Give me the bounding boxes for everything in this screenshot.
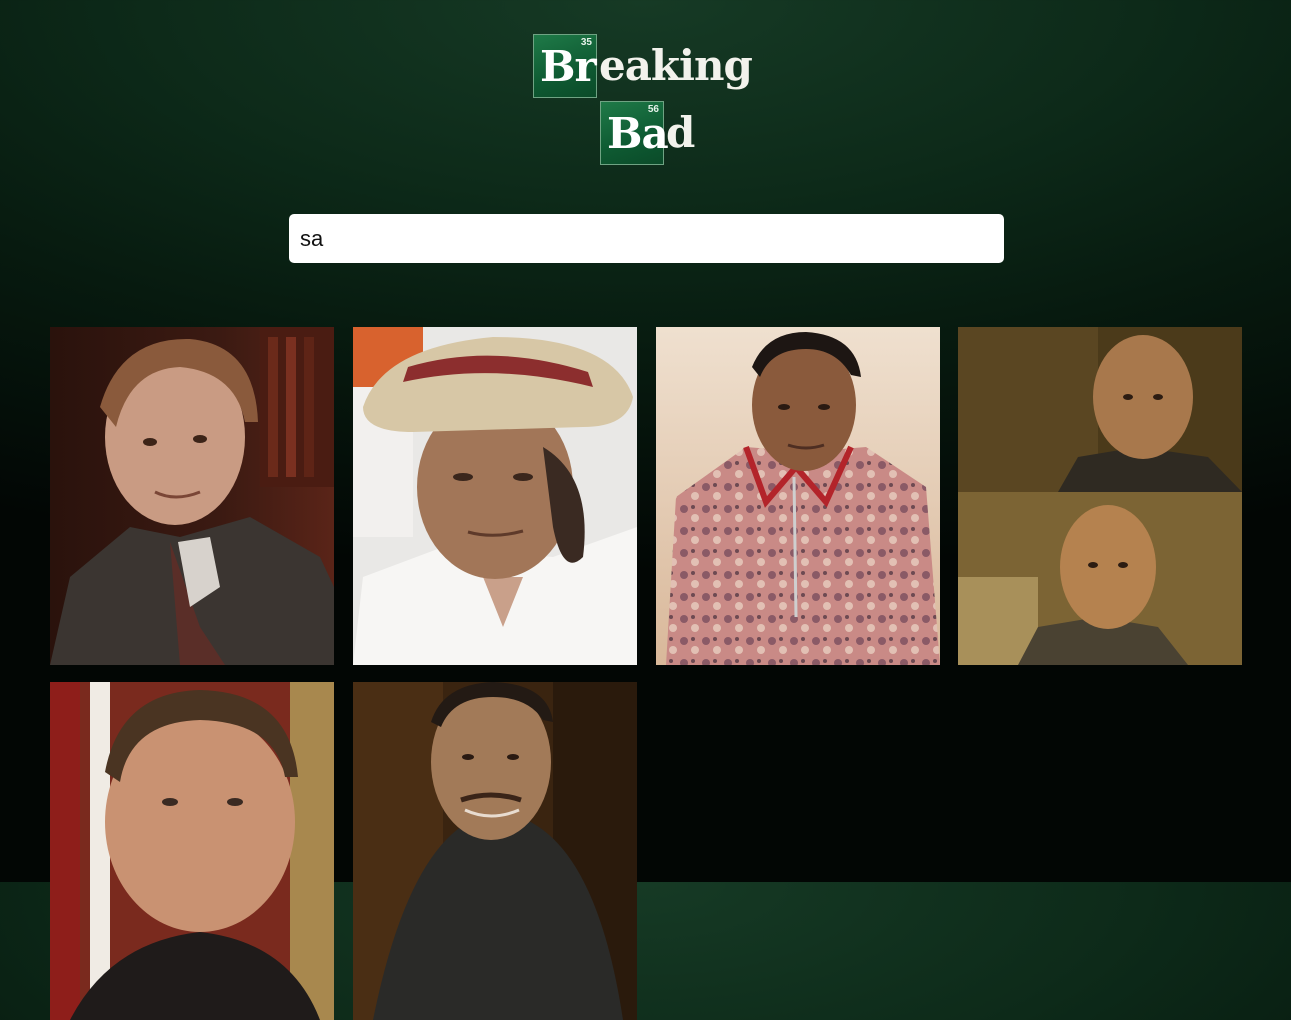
logo-text-d: d [666,108,695,157]
logo-line-bad: 56 Ba d [600,101,695,167]
character-photo [50,682,334,1020]
logo-element-tile-br: 35 Br [533,34,597,98]
character-photo [353,682,637,1020]
character-card[interactable] [656,327,940,665]
character-search-input[interactable] [289,214,1004,263]
character-card[interactable] [353,327,637,665]
logo-element-tile-ba: 56 Ba [600,101,669,165]
character-card[interactable] [50,682,334,1020]
character-card[interactable] [353,682,637,1020]
breaking-bad-logo: 35 Br eaking 56 Ba d [533,34,773,170]
logo-element-number-br: 35 [580,37,592,48]
logo-text-eaking: eaking [599,41,753,90]
logo-line-breaking: 35 Br eaking [533,34,753,100]
character-photo [656,327,940,665]
logo-element-number-ba: 56 [647,104,659,115]
logo-element-symbol-ba: Ba [607,109,669,158]
character-photo [50,327,334,665]
character-photo [958,327,1242,665]
character-photo [353,327,637,665]
character-card[interactable] [958,327,1242,665]
character-card[interactable] [50,327,334,665]
logo-element-symbol-br: Br [540,42,597,91]
